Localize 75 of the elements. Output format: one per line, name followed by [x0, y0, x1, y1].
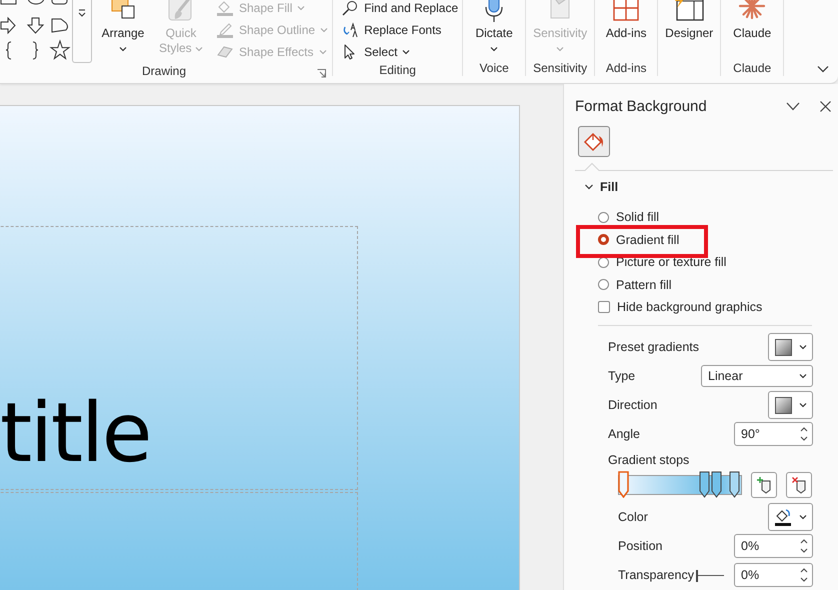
gradient-swatch-button[interactable]: [768, 333, 813, 361]
ribbon-button[interactable]: Claude: [725, 0, 780, 60]
ribbon-button[interactable]: Find and Replace: [341, 0, 458, 19]
panel-title: Format Background: [575, 98, 708, 114]
setting-label: Type: [608, 369, 636, 383]
group-label: Voice: [479, 60, 509, 75]
group-label: Drawing: [142, 64, 186, 78]
pen-icon: [216, 22, 234, 38]
gradient-stop-handle[interactable]: [618, 470, 629, 498]
gradient-stop-handle[interactable]: [699, 470, 710, 498]
fill-bucket-icon: [216, 0, 234, 16]
setting-label: Preset gradients: [608, 340, 700, 354]
add-gradient-stop-button[interactable]: [751, 472, 777, 498]
option-label[interactable]: Picture or texture fill: [616, 255, 726, 270]
caret-icon: [798, 344, 806, 350]
radio-button[interactable]: [598, 234, 609, 246]
setting-label: Transparency: [618, 568, 694, 582]
more-icon: [77, 9, 87, 17]
gradient-swatch-icon: [774, 396, 792, 414]
ribbon-button[interactable]: Designer: [662, 0, 716, 60]
slide-title: title: [0, 393, 150, 475]
caret-icon: [799, 373, 807, 379]
paint-bucket-icon: [774, 508, 792, 526]
eraser-icon: [216, 44, 234, 60]
spinner-field[interactable]: 90°: [734, 422, 813, 446]
group-label: Add-ins: [606, 60, 646, 75]
slider-thumb[interactable]: [696, 570, 698, 582]
remove-stop-icon: [791, 476, 807, 494]
group-label: Editing: [379, 63, 416, 77]
gradient-swatch-button[interactable]: [768, 391, 813, 419]
gradient-stops-bar[interactable]: [618, 470, 742, 498]
replace-icon: [341, 22, 360, 38]
setting-label: Direction: [608, 398, 658, 412]
chevron-down-icon: [786, 102, 800, 110]
caret-icon: [799, 514, 807, 520]
caret-icon: [798, 402, 806, 408]
spinner-field[interactable]: 0%: [734, 563, 813, 587]
chevron-down-icon: [584, 182, 594, 192]
setting-label: Angle: [608, 427, 640, 441]
checkbox[interactable]: [598, 301, 610, 314]
close-icon: [820, 100, 830, 112]
spinner-arrows-icon[interactable]: [800, 426, 808, 442]
setting-label: Gradient stops: [608, 452, 690, 466]
group-label: Claude: [733, 60, 772, 75]
setting-label: Position: [618, 539, 662, 553]
group-label: Sensitivity: [533, 60, 588, 75]
section-header[interactable]: Fill: [584, 178, 618, 196]
color-picker-button[interactable]: [768, 503, 813, 531]
search-icon: [341, 0, 360, 16]
gradient-stop-handle[interactable]: [710, 470, 722, 498]
ribbon-button[interactable]: Replace Fonts: [341, 19, 458, 41]
radio-button[interactable]: [598, 212, 609, 223]
radio-button[interactable]: [598, 279, 609, 290]
chevron-down-icon: [817, 65, 829, 73]
option-label[interactable]: Solid fill: [616, 210, 660, 224]
option-label[interactable]: Hide background graphics: [617, 300, 762, 314]
ribbon-button[interactable]: Arrange: [96, 0, 150, 64]
type-dropdown[interactable]: Linear: [701, 365, 813, 387]
paint-bucket-icon: [582, 130, 606, 152]
option-label[interactable]: Pattern fill: [616, 278, 672, 292]
gradient-swatch-icon: [774, 338, 792, 356]
spinner-field[interactable]: 0%: [734, 534, 813, 558]
dialog-launcher-icon[interactable]: [317, 69, 326, 78]
setting-label: Color: [618, 510, 648, 524]
ribbon-button[interactable]: Add-ins: [599, 0, 654, 60]
title-placeholder[interactable]: title: [0, 226, 358, 490]
add-stop-icon: [756, 476, 772, 494]
ribbon-button[interactable]: Dictate: [467, 0, 522, 60]
option-label[interactable]: Gradient fill: [616, 232, 680, 247]
spinner-arrows-icon[interactable]: [800, 538, 808, 554]
fill-line-tab[interactable]: [578, 126, 610, 157]
remove-gradient-stop-button[interactable]: [786, 472, 812, 498]
gradient-stop-handle[interactable]: [728, 470, 740, 498]
ribbon-button[interactable]: Select: [341, 41, 458, 63]
spinner-arrows-icon[interactable]: [800, 567, 808, 583]
